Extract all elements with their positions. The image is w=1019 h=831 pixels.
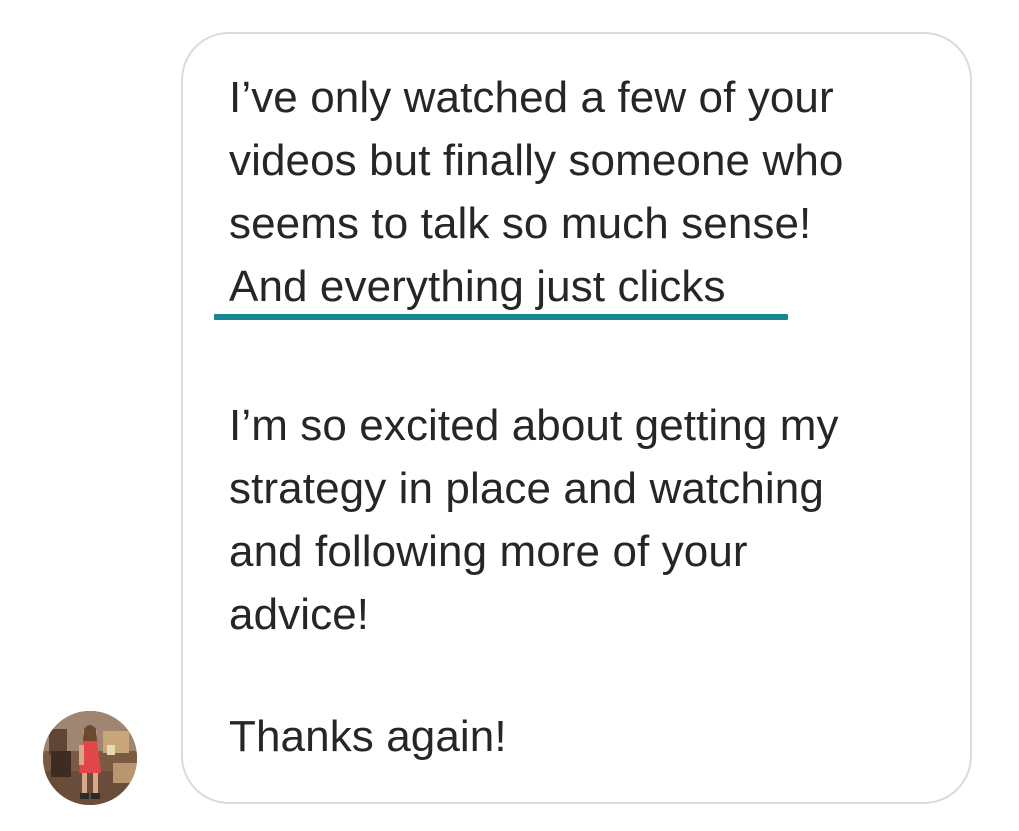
message-line: advice! [229, 590, 370, 639]
message-line: I’ve only watched a few of your [229, 73, 834, 122]
message-line: strategy in place and watching [229, 464, 824, 513]
message-line: Thanks again! [229, 712, 507, 761]
user-avatar-icon [43, 711, 137, 805]
message-line: I’m so excited about getting my [229, 401, 839, 450]
message-line: seems to talk so much sense! [229, 199, 812, 248]
highlight-underline [214, 314, 788, 320]
message-line: and following more of your [229, 527, 748, 576]
message-paragraph-3: Thanks again! [229, 705, 507, 768]
message-line-highlighted: And everything just clicks [229, 262, 726, 311]
message-line: videos but finally someone who [229, 136, 844, 185]
message-paragraph-1: I’ve only watched a few of your videos b… [229, 66, 843, 318]
sender-avatar[interactable] [43, 711, 137, 805]
message-paragraph-2: I’m so excited about getting my strategy… [229, 394, 839, 646]
